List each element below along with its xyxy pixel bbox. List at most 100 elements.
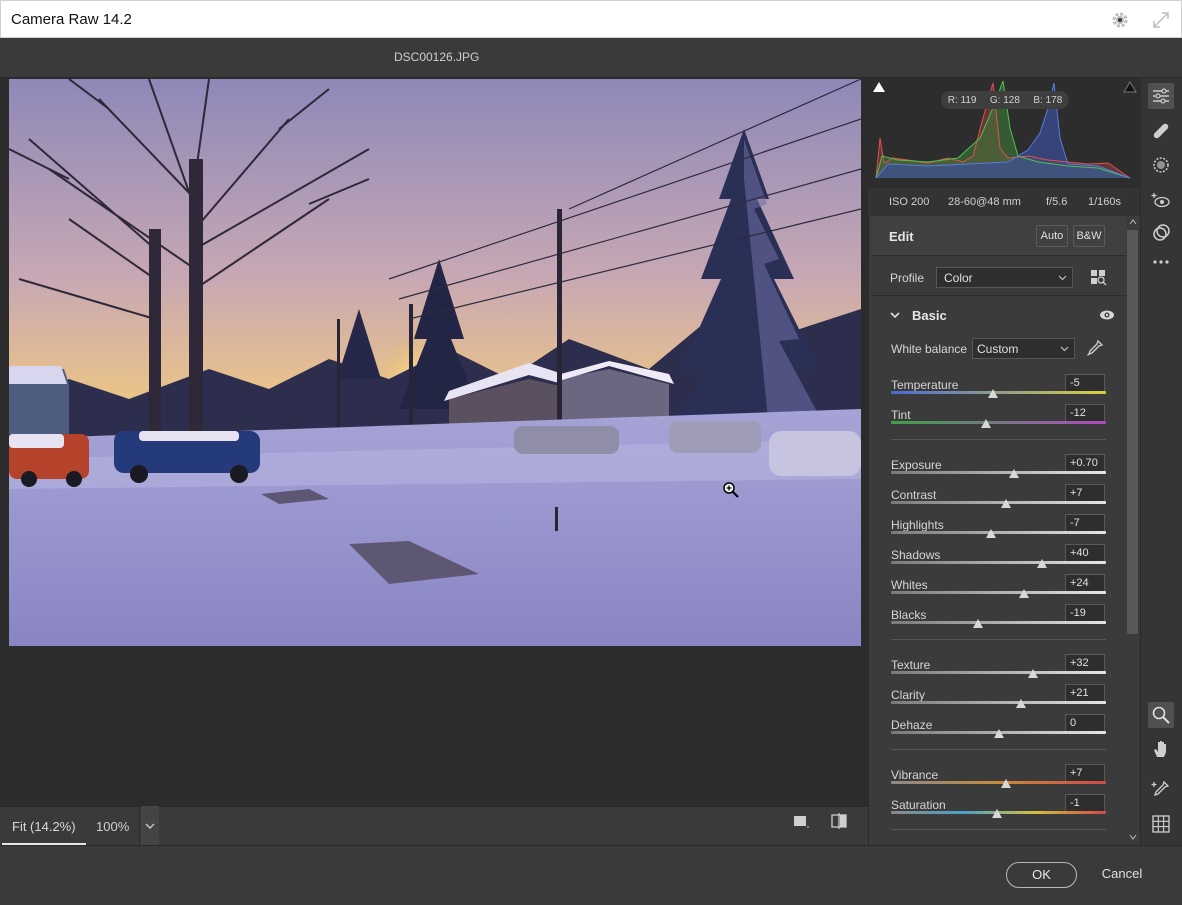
slider-thumb[interactable] (1027, 669, 1038, 678)
slider-track[interactable] (891, 391, 1106, 394)
profile-label: Profile (890, 271, 925, 285)
slider-track[interactable] (891, 591, 1106, 594)
slider-value-field[interactable]: -5 (1065, 374, 1105, 392)
b-value: B: 178 (1033, 94, 1063, 106)
auto-button[interactable]: Auto (1036, 225, 1068, 247)
slider-label: Contrast (891, 488, 937, 502)
slider-label: Temperature (891, 378, 959, 392)
healing-bandage-icon[interactable] (1148, 118, 1174, 144)
slider-thumb[interactable] (1016, 699, 1027, 708)
slider-saturation[interactable]: Saturation -1 (891, 794, 1106, 828)
bw-button[interactable]: B&W (1073, 225, 1105, 247)
slider-track[interactable] (891, 501, 1106, 504)
slider-value-field[interactable]: -1 (1065, 794, 1105, 812)
more-options-icon[interactable] (1148, 249, 1174, 275)
hand-tool-icon[interactable] (1148, 736, 1174, 762)
zoom-cursor-icon (722, 481, 740, 499)
slider-value-field[interactable]: -19 (1065, 604, 1105, 622)
chevron-down-icon (890, 312, 900, 319)
slider-track[interactable] (891, 561, 1106, 564)
slider-thumb[interactable] (1001, 499, 1012, 508)
profile-select[interactable]: Color (936, 267, 1073, 288)
presets-icon[interactable] (1148, 220, 1174, 246)
slider-thumb[interactable] (1036, 559, 1047, 568)
slider-label: Vibrance (891, 768, 939, 782)
slider-thumb[interactable] (973, 619, 984, 628)
edit-header: Edit Auto B&W (871, 216, 1126, 256)
slider-track[interactable] (891, 701, 1106, 704)
slider-value-field[interactable]: +40 (1065, 544, 1105, 562)
slider-thumb[interactable] (985, 529, 996, 538)
section-divider (891, 439, 1106, 440)
exif-iso: ISO 200 (889, 196, 930, 208)
masking-icon[interactable] (1148, 152, 1174, 178)
g-value: G: 128 (989, 94, 1020, 106)
slider-thumb[interactable] (992, 809, 1003, 818)
eyedropper-icon[interactable] (1086, 339, 1104, 357)
photo-preview[interactable] (9, 79, 861, 646)
zoom-fit-button[interactable]: Fit (14.2%) (2, 806, 86, 845)
white-balance-select[interactable]: Custom (972, 338, 1075, 359)
scroll-down-icon[interactable] (1128, 832, 1138, 842)
visibility-eye-icon[interactable] (1099, 309, 1115, 321)
color-sampler-icon[interactable] (1148, 776, 1174, 802)
grid-overlay-icon[interactable] (1148, 811, 1174, 837)
slider-track[interactable] (891, 471, 1106, 474)
fullscreen-expand-icon[interactable] (1151, 10, 1171, 30)
slider-track[interactable] (891, 621, 1106, 624)
red-eye-icon[interactable] (1148, 187, 1174, 213)
settings-gear-icon[interactable] (1110, 10, 1130, 30)
slider-track[interactable] (891, 781, 1106, 784)
exif-aperture: f/5.6 (1046, 196, 1068, 208)
slider-thumb[interactable] (980, 419, 991, 428)
slider-track[interactable] (891, 671, 1106, 674)
slider-track[interactable] (891, 531, 1106, 534)
single-view-icon[interactable] (792, 812, 810, 830)
slider-thumb[interactable] (988, 389, 999, 398)
slider-thumb[interactable] (1008, 469, 1019, 478)
slider-blacks[interactable]: Blacks -19 (891, 604, 1106, 638)
slider-label: Texture (891, 658, 931, 672)
slider-value-field[interactable]: 0 (1065, 714, 1105, 732)
edit-sliders-icon[interactable] (1148, 83, 1174, 109)
slider-label: Clarity (891, 688, 926, 702)
profile-browser-icon[interactable] (1089, 268, 1107, 286)
slider-value-field[interactable]: +7 (1065, 764, 1105, 782)
slider-value-field[interactable]: +21 (1065, 684, 1105, 702)
slider-track[interactable] (891, 421, 1106, 424)
slider-value-field[interactable]: -7 (1065, 514, 1105, 532)
ok-button[interactable]: OK (1006, 862, 1077, 888)
zoom-tool-icon[interactable] (1148, 702, 1174, 728)
highlight-clipping-icon[interactable] (1123, 80, 1137, 93)
slider-value-field[interactable]: +32 (1065, 654, 1105, 672)
slider-thumb[interactable] (993, 729, 1004, 738)
rgb-readout: R: 119 G: 128 B: 178 (941, 91, 1069, 109)
slider-value-field[interactable]: -12 (1065, 404, 1105, 422)
slider-value-field[interactable]: +24 (1065, 574, 1105, 592)
slider-value-field[interactable]: +7 (1065, 484, 1105, 502)
slider-label: Shadows (891, 548, 941, 562)
slider-dehaze[interactable]: Dehaze 0 (891, 714, 1106, 748)
profile-row: Profile Color (871, 256, 1126, 296)
section-divider (891, 829, 1106, 830)
slider-thumb[interactable] (1019, 589, 1030, 598)
cancel-button[interactable]: Cancel (1093, 862, 1151, 888)
slider-thumb[interactable] (1001, 779, 1012, 788)
profile-value: Color (944, 271, 973, 285)
chevron-down-icon (1060, 346, 1069, 352)
white-balance-value: Custom (977, 342, 1019, 356)
panel-scroll-thumb[interactable] (1127, 230, 1138, 634)
section-divider (891, 749, 1106, 750)
scroll-up-icon[interactable] (1128, 217, 1138, 227)
slider-tint[interactable]: Tint -12 (891, 404, 1106, 438)
r-value: R: 119 (947, 94, 977, 106)
before-after-view-icon[interactable] (830, 812, 848, 830)
slider-label: Blacks (891, 608, 927, 622)
camera-raw-window: Camera Raw 14.2 DSC00126.JPG Fit (14.2%)… (0, 0, 1182, 905)
slider-label: Exposure (891, 458, 942, 472)
shadow-clipping-icon[interactable] (872, 80, 886, 92)
basic-section-header[interactable]: Basic (871, 297, 1126, 333)
zoom-dropdown[interactable] (141, 806, 159, 845)
zoom-100-button[interactable]: 100% (86, 806, 140, 845)
slider-value-field[interactable]: +0.70 (1065, 454, 1105, 472)
